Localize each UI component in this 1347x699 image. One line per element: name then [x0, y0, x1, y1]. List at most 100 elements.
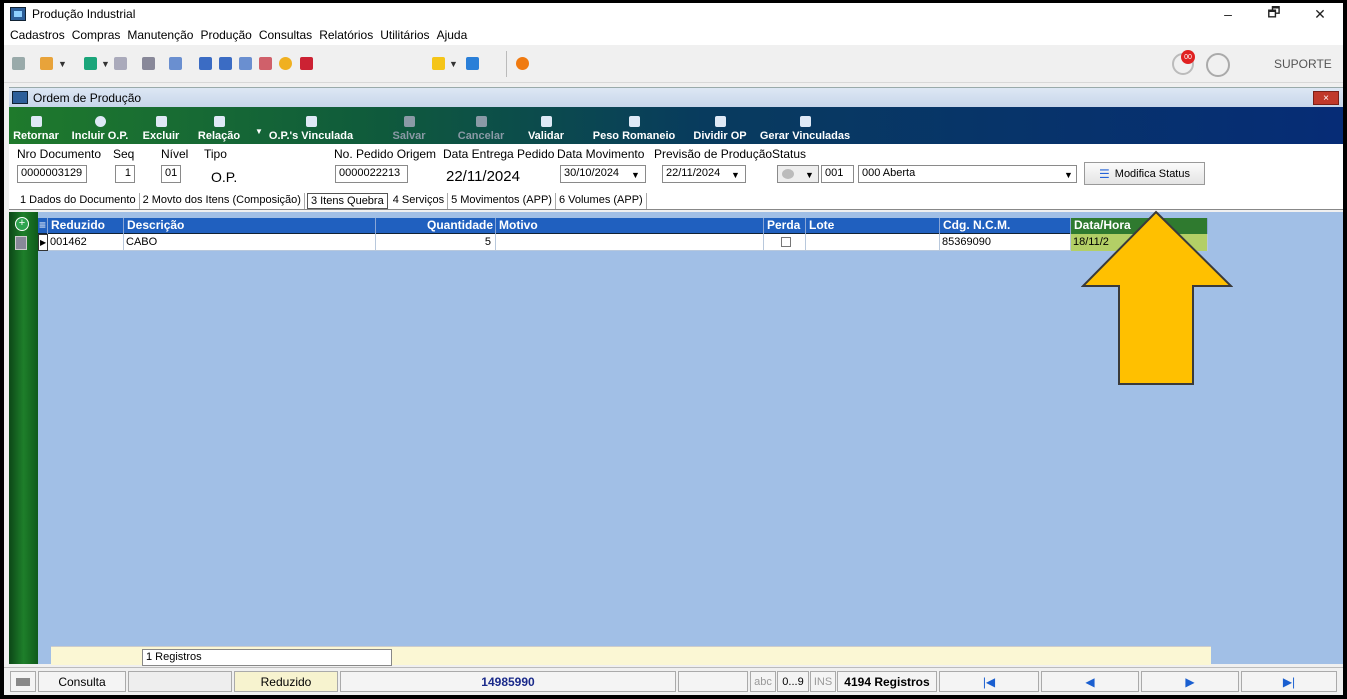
user-avatar-icon[interactable] [1206, 53, 1230, 77]
perda-checkbox[interactable] [781, 237, 791, 247]
menu-consultas[interactable]: Consultas [259, 28, 312, 42]
status-color-swatch [782, 169, 794, 179]
chevron-down-icon[interactable]: ▼ [449, 59, 458, 69]
print-icon [213, 116, 225, 127]
modifica-status-button[interactable]: ☰ Modifica Status [1084, 162, 1205, 185]
title-bar: Produção Industrial – 🗗 ✕ [4, 3, 1343, 25]
nivel-field[interactable]: 01 [161, 165, 181, 183]
col-motivo[interactable]: Motivo [496, 218, 764, 234]
chevron-down-icon[interactable]: ▼ [731, 170, 740, 180]
minimize-button[interactable]: – [1205, 3, 1251, 25]
prev-record-icon[interactable]: ◀ [1041, 671, 1139, 692]
cell-reduzido[interactable]: 001462 [48, 234, 124, 251]
delete-icon [155, 116, 167, 127]
salvar-button[interactable]: Salvar [387, 107, 431, 144]
menu-cadastros[interactable]: Cadastros [10, 28, 65, 42]
cancelar-button[interactable]: Cancelar [453, 107, 509, 144]
delete-row-icon[interactable] [15, 236, 27, 250]
status-code-field[interactable]: 001 [821, 165, 854, 183]
calendar-alert-icon[interactable] [259, 57, 272, 70]
clock-icon[interactable] [279, 57, 292, 70]
nro-documento-field[interactable]: 0000003129 [17, 165, 87, 183]
menu-manutencao[interactable]: Manutenção [127, 28, 193, 42]
col-reduzido[interactable]: Reduzido [48, 218, 124, 234]
calendar-icon[interactable] [169, 57, 182, 70]
cell-lote[interactable] [806, 234, 940, 251]
menu-utilitarios[interactable]: Utilitários [380, 28, 429, 42]
panel-icon[interactable] [12, 57, 25, 70]
tab-bar: 1 Dados do Documento 2 Movto dos Itens (… [9, 192, 1343, 210]
calculator-icon[interactable] [219, 57, 232, 70]
chevron-down-icon[interactable]: ▼ [805, 170, 814, 180]
cell-descricao[interactable]: CABO [124, 234, 376, 251]
add-icon [94, 116, 106, 127]
status-range: 0...9 [777, 671, 809, 692]
chevron-down-icon[interactable]: ▼ [58, 59, 67, 69]
chevron-down-icon[interactable]: ▼ [101, 59, 110, 69]
user-name[interactable]: SUPORTE [1274, 57, 1332, 71]
search-doc-icon[interactable] [300, 57, 313, 70]
col-lote[interactable]: Lote [806, 218, 940, 234]
power-icon[interactable] [516, 57, 529, 70]
cell-motivo[interactable] [496, 234, 764, 251]
seq-field[interactable]: 1 [115, 165, 135, 183]
building-icon[interactable] [114, 57, 127, 70]
child-close-button[interactable]: × [1313, 91, 1339, 105]
window-controls: – 🗗 ✕ [1205, 3, 1343, 25]
star-icon[interactable] [432, 57, 445, 70]
menu-bar: Cadastros Compras Manutenção Produção Co… [4, 25, 1343, 45]
generate-docs-icon [799, 116, 811, 127]
cancel-x-icon [475, 116, 487, 127]
relacao-button[interactable]: Relação [189, 107, 249, 144]
tab-volumes-app[interactable]: 6 Volumes (APP) [556, 193, 647, 209]
status-abc: abc [750, 671, 776, 692]
status-select[interactable]: 000 Aberta [858, 165, 1077, 183]
report-icon[interactable] [199, 57, 212, 70]
menu-compras[interactable]: Compras [72, 28, 121, 42]
pedido-origem-field[interactable]: 0000022213 [335, 165, 408, 183]
tab-movimentos-app[interactable]: 5 Movimentos (APP) [448, 193, 556, 209]
next-record-icon[interactable]: ▶ [1141, 671, 1239, 692]
col-descricao[interactable]: Descrição [124, 218, 376, 234]
validar-button[interactable]: Validar [524, 107, 568, 144]
excluir-button[interactable]: Excluir [136, 107, 186, 144]
chevron-down-icon[interactable]: ▼ [1064, 170, 1073, 180]
row-pointer-icon: ▶ [38, 234, 48, 251]
factory-icon[interactable] [142, 57, 155, 70]
first-record-icon[interactable]: |◀ [939, 671, 1039, 692]
highlight-arrow [1081, 210, 1233, 385]
calendar-day-icon[interactable] [239, 57, 252, 70]
chevron-down-icon[interactable]: ▼ [631, 170, 640, 180]
cart-icon[interactable] [84, 57, 97, 70]
tab-movto-itens[interactable]: 2 Movto dos Itens (Composição) [140, 193, 305, 209]
cell-quantidade[interactable]: 5 [376, 234, 496, 251]
cell-ncm[interactable]: 85369090 [940, 234, 1071, 251]
last-record-icon[interactable]: ▶| [1241, 671, 1337, 692]
add-row-icon[interactable]: + [15, 217, 29, 231]
gerar-vinculadas-button[interactable]: Gerar Vinculadas [757, 107, 853, 144]
window-icon[interactable] [466, 57, 479, 70]
menu-ajuda[interactable]: Ajuda [437, 28, 468, 42]
tab-dados-documento[interactable]: 1 Dados do Documento [17, 193, 140, 209]
incluir-op-button[interactable]: Incluir O.P. [65, 107, 135, 144]
restore-button[interactable]: 🗗 [1251, 3, 1297, 25]
row-selector-header-icon: ≡ [39, 218, 48, 234]
peso-romaneio-button[interactable]: Peso Romaneio [589, 107, 679, 144]
folder-icon[interactable] [40, 57, 53, 70]
col-quantidade[interactable]: Quantidade [376, 218, 496, 234]
tab-itens-quebra[interactable]: 3 Itens Quebra [306, 193, 388, 209]
tab-servicos[interactable]: 4 Serviços [390, 193, 449, 209]
document-icon [628, 116, 640, 127]
table-row[interactable]: ▶ 001462 CABO 5 85369090 18/11/2 [38, 234, 1208, 251]
ops-vinculada-button[interactable]: O.P.'s Vinculada [259, 107, 363, 144]
keyboard-icon [10, 671, 36, 692]
menu-relatorios[interactable]: Relatórios [319, 28, 373, 42]
col-perda[interactable]: Perda [764, 218, 806, 234]
dividir-op-button[interactable]: Dividir OP [691, 107, 749, 144]
menu-producao[interactable]: Produção [200, 28, 251, 42]
cell-perda[interactable] [764, 234, 806, 251]
retornar-button[interactable]: Retornar [9, 107, 63, 144]
col-ncm[interactable]: Cdg. N.C.M. [940, 218, 1071, 234]
close-button[interactable]: ✕ [1297, 3, 1343, 25]
app-icon [10, 7, 26, 21]
